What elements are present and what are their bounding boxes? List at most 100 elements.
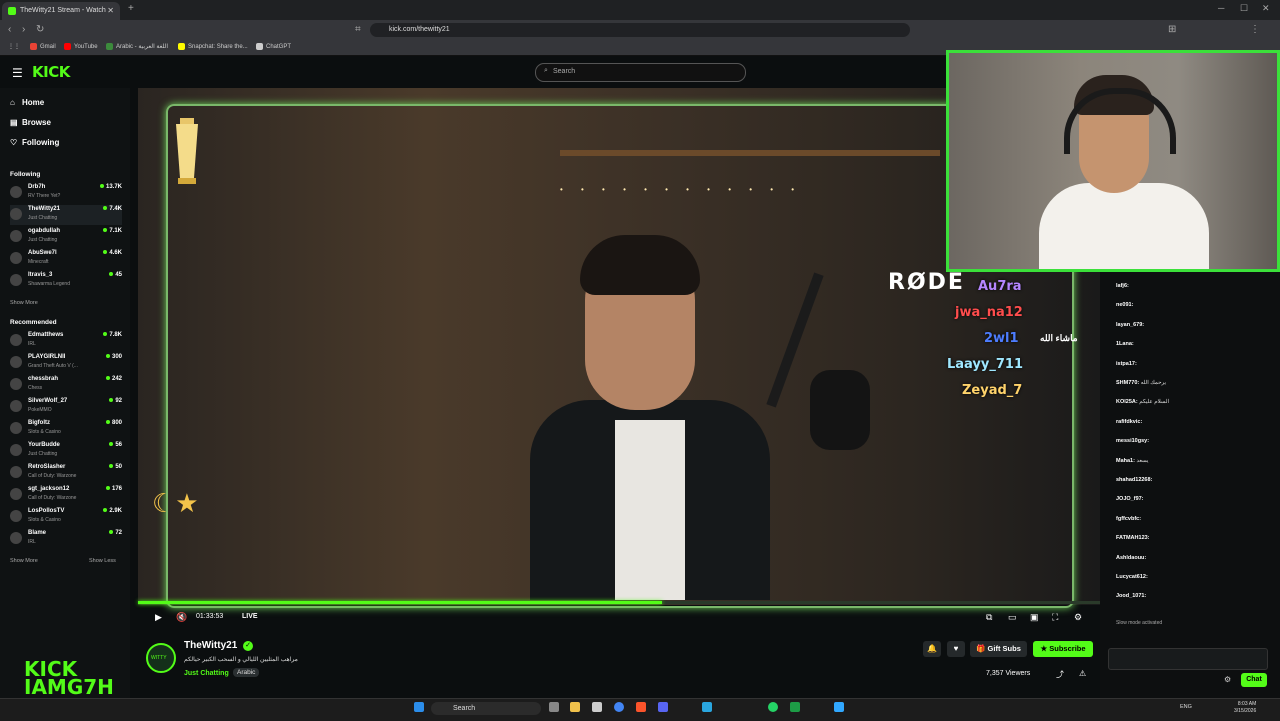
follow-heart-icon[interactable]: ♥	[947, 641, 965, 657]
channel-category: Just Chatting	[28, 237, 58, 243]
fullscreen-icon[interactable]: ⛶	[1052, 612, 1058, 623]
discord-icon[interactable]	[658, 702, 668, 712]
apps-icon[interactable]: ⋮⋮	[8, 42, 20, 52]
report-icon[interactable]: ⚠	[1079, 669, 1086, 678]
miniplayer-icon[interactable]: ▣	[1030, 612, 1039, 623]
new-tab-icon[interactable]: +	[128, 3, 134, 14]
search-input[interactable]: ⌕ Search	[535, 63, 746, 82]
chat-username[interactable]: Jood_1071:	[1116, 593, 1146, 599]
chat-settings-icon[interactable]: ⚙	[1224, 675, 1231, 684]
whatsapp-icon[interactable]	[768, 702, 778, 712]
bookmark-icon[interactable]: ⌗	[355, 24, 361, 35]
sidebar-channel[interactable]: LosPollosTV Slots & Casino 2.9K	[10, 507, 122, 527]
reload-icon[interactable]: ↻	[36, 24, 44, 35]
file-explorer-icon[interactable]	[570, 702, 580, 712]
chat-username[interactable]: rafifdkvic:	[1116, 419, 1142, 425]
sidebar-channel[interactable]: ogabdullah Just Chatting 7.1K	[10, 227, 122, 247]
close-tab-icon[interactable]: ✕	[107, 2, 114, 20]
sidebar-channel[interactable]: sgt_jackson12 Call of Duty: Warzone 176	[10, 485, 122, 505]
show-more-recommended[interactable]: Show More	[10, 558, 38, 564]
language-tag[interactable]: Arabic	[233, 668, 260, 677]
nav-home[interactable]: ⌂ Home	[10, 98, 44, 107]
sidebar-channel[interactable]: chessbrah Chess 242	[10, 375, 122, 395]
telegram-icon[interactable]	[702, 702, 712, 712]
forward-icon[interactable]: ›	[22, 24, 25, 35]
gift-subs-button[interactable]: 🎁 Gift Subs	[970, 641, 1027, 657]
sidebar-channel[interactable]: SilverWolf_27 PokeMMO 92	[10, 397, 122, 417]
chat-username[interactable]: JOJO_f97:	[1116, 496, 1144, 502]
sidebar-channel[interactable]: TheWitty21 Just Chatting 7.4K	[10, 205, 122, 225]
bookmark-snapchat[interactable]: Snapchat: Share the...	[178, 42, 248, 52]
chat-input[interactable]	[1108, 648, 1268, 670]
extensions-icon[interactable]: ⊞	[1168, 24, 1176, 35]
show-more-following[interactable]: Show More	[10, 300, 38, 306]
home-icon: ⌂	[10, 98, 15, 107]
chat-send-button[interactable]: Chat	[1241, 673, 1267, 687]
url-field[interactable]: kick.com/thewitty21	[370, 23, 910, 37]
kick-logo[interactable]: KICK	[32, 63, 70, 81]
windows-start-icon[interactable]	[414, 702, 424, 712]
nav-browse[interactable]: ▤ Browse	[10, 118, 51, 127]
bookmark-arabic[interactable]: Arabic - اللغة العربية	[106, 42, 168, 52]
sidebar-channel[interactable]: RetroSlasher Call of Duty: Warzone 50	[10, 463, 122, 483]
play-icon[interactable]: ▶	[155, 612, 162, 623]
chat-username[interactable]: istpa17:	[1116, 361, 1137, 367]
sidebar-channel[interactable]: YourBudde Just Chatting 56	[10, 441, 122, 461]
chat-username[interactable]: SHM770:	[1116, 380, 1139, 386]
minimize-icon[interactable]: ─	[1218, 3, 1224, 13]
show-less-recommended[interactable]: Show Less	[89, 558, 116, 564]
store-icon[interactable]	[592, 702, 602, 712]
menu-dots-icon[interactable]: ⋮	[1250, 24, 1260, 35]
theater-icon[interactable]: ▭	[1008, 612, 1017, 623]
chat-text: السلام عليكم	[1139, 399, 1170, 406]
chat-username[interactable]: fgffcvbfc:	[1116, 516, 1141, 522]
nav-following[interactable]: ♡ Following	[10, 138, 59, 147]
sidebar-channel[interactable]: Blame IRL 72	[10, 529, 122, 549]
excel-icon[interactable]	[790, 702, 800, 712]
streamer-figure	[530, 230, 770, 600]
sidebar-channel[interactable]: ltravis_3 Shawarma Legend 45	[10, 271, 122, 291]
live-dot-icon	[109, 398, 114, 403]
taskbar-search[interactable]: Search	[431, 702, 541, 715]
chat-username[interactable]: Maha1:	[1116, 458, 1135, 464]
mute-icon[interactable]: 🔇	[176, 612, 187, 623]
progress-bar[interactable]	[138, 601, 1100, 604]
chat-username[interactable]: Lucycat612:	[1116, 574, 1148, 580]
chrome-icon[interactable]	[614, 702, 624, 712]
sidebar-channel[interactable]: AbuSwe7l Minecraft 4.6K	[10, 249, 122, 269]
back-icon[interactable]: ‹	[8, 24, 11, 35]
chat-username[interactable]: KOI25A:	[1116, 399, 1138, 405]
chat-username[interactable]: layan_679:	[1116, 322, 1144, 328]
settings-gear-icon[interactable]: ⚙	[1074, 612, 1082, 623]
bookmark-youtube[interactable]: YouTube	[64, 42, 98, 52]
close-window-icon[interactable]: ✕	[1262, 3, 1270, 14]
sidebar-channel[interactable]: Edmatthews IRL 7.8K	[10, 331, 122, 351]
chat-username[interactable]: lafj6:	[1116, 283, 1129, 289]
sidebar-channel[interactable]: PLAYGIRLNII Grand Theft Auto V (... 300	[10, 353, 122, 373]
language-indicator[interactable]: ENG	[1180, 704, 1192, 710]
task-view-icon[interactable]	[549, 702, 559, 712]
chat-username[interactable]: 1Lana:	[1116, 341, 1134, 347]
system-clock[interactable]: 8:03 AM 3/15/2026	[1234, 701, 1256, 715]
sidebar-channel[interactable]: Bigfoltz Slots & Casino 800	[10, 419, 122, 439]
hamburger-menu-icon[interactable]: ☰	[12, 66, 23, 80]
notification-bell-icon[interactable]: 🔔	[923, 641, 941, 657]
chat-username[interactable]: shahad12268:	[1116, 477, 1152, 483]
stream-category[interactable]: Just Chatting	[184, 670, 229, 677]
brave-icon[interactable]	[636, 702, 646, 712]
premiere-icon[interactable]	[834, 702, 844, 712]
streamer-avatar[interactable]: WITTY	[146, 643, 176, 673]
chat-username[interactable]: ne091:	[1116, 302, 1133, 308]
streamer-name[interactable]: TheWitty21	[184, 640, 237, 651]
share-icon[interactable]: ⤴	[1056, 669, 1064, 680]
pip-icon[interactable]: ⧉	[986, 612, 992, 623]
subscribe-button[interactable]: ★ Subscribe	[1033, 641, 1093, 657]
browser-tab[interactable]: TheWitty21 Stream - Watch Live ✕	[2, 2, 120, 32]
sidebar-channel[interactable]: Drb7h RV There Yet? 13.7K	[10, 183, 122, 203]
maximize-icon[interactable]: ☐	[1240, 3, 1248, 14]
bookmark-gmail[interactable]: Gmail	[30, 42, 56, 52]
chat-username[interactable]: FATMAH123:	[1116, 535, 1150, 541]
chat-username[interactable]: Ashldaouu:	[1116, 555, 1146, 561]
bookmark-chatgpt[interactable]: ChatGPT	[256, 42, 291, 52]
chat-username[interactable]: messi10gsy:	[1116, 438, 1149, 444]
